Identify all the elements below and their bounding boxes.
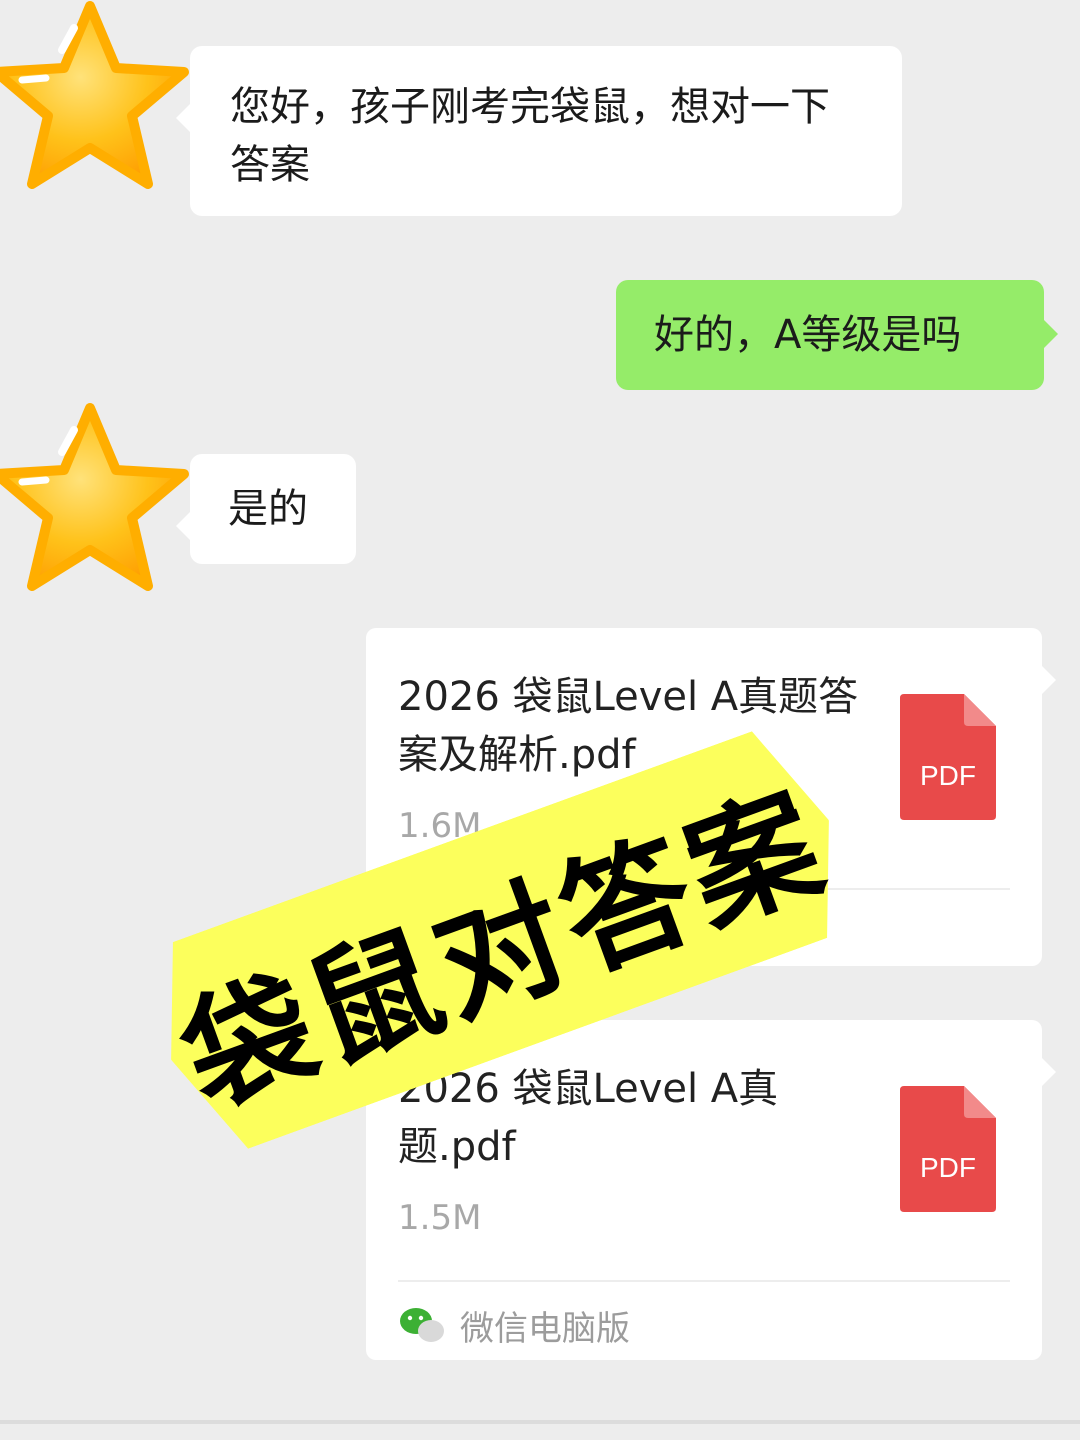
card-divider — [398, 1280, 1010, 1282]
message-text: 是的 — [228, 486, 308, 532]
message-bubble-incoming[interactable]: 您好，孩子刚考完袋鼠，想对一下答案 — [176, 46, 902, 216]
message-text: 好的，A等级是吗 — [654, 312, 962, 358]
bottom-divider — [0, 1420, 1080, 1424]
star-avatar[interactable] — [0, 400, 190, 600]
pdf-label: PDF — [920, 760, 976, 791]
file-message-card[interactable]: 2026 袋鼠Level A真题.pdf 1.5M PDF 微信电脑版 — [366, 1020, 1056, 1360]
pdf-icon: PDF — [900, 1086, 996, 1212]
file-size: 1.5M — [398, 1198, 482, 1238]
star-avatar[interactable] — [0, 0, 190, 198]
card-footer: 微信电脑版 — [398, 1300, 630, 1350]
star-icon — [0, 1, 189, 189]
message-bubble-incoming[interactable]: 是的 — [176, 454, 356, 564]
message-text: 您好，孩子刚考完袋鼠，想对一下答案 — [230, 84, 830, 188]
pdf-icon: PDF — [900, 694, 996, 820]
message-bubble-outgoing[interactable]: 好的，A等级是吗 — [616, 280, 1058, 390]
file-name: 2026 袋鼠Level A真题.pdf — [398, 1066, 779, 1170]
pdf-label: PDF — [920, 1152, 976, 1183]
star-icon — [0, 403, 189, 591]
footer-label: 微信电脑版 — [460, 1308, 630, 1349]
wechat-icon — [400, 1308, 444, 1342]
chat-area: 您好，孩子刚考完袋鼠，想对一下答案 好的，A等级是吗 是的 2026 袋鼠Lev… — [0, 0, 1080, 1440]
